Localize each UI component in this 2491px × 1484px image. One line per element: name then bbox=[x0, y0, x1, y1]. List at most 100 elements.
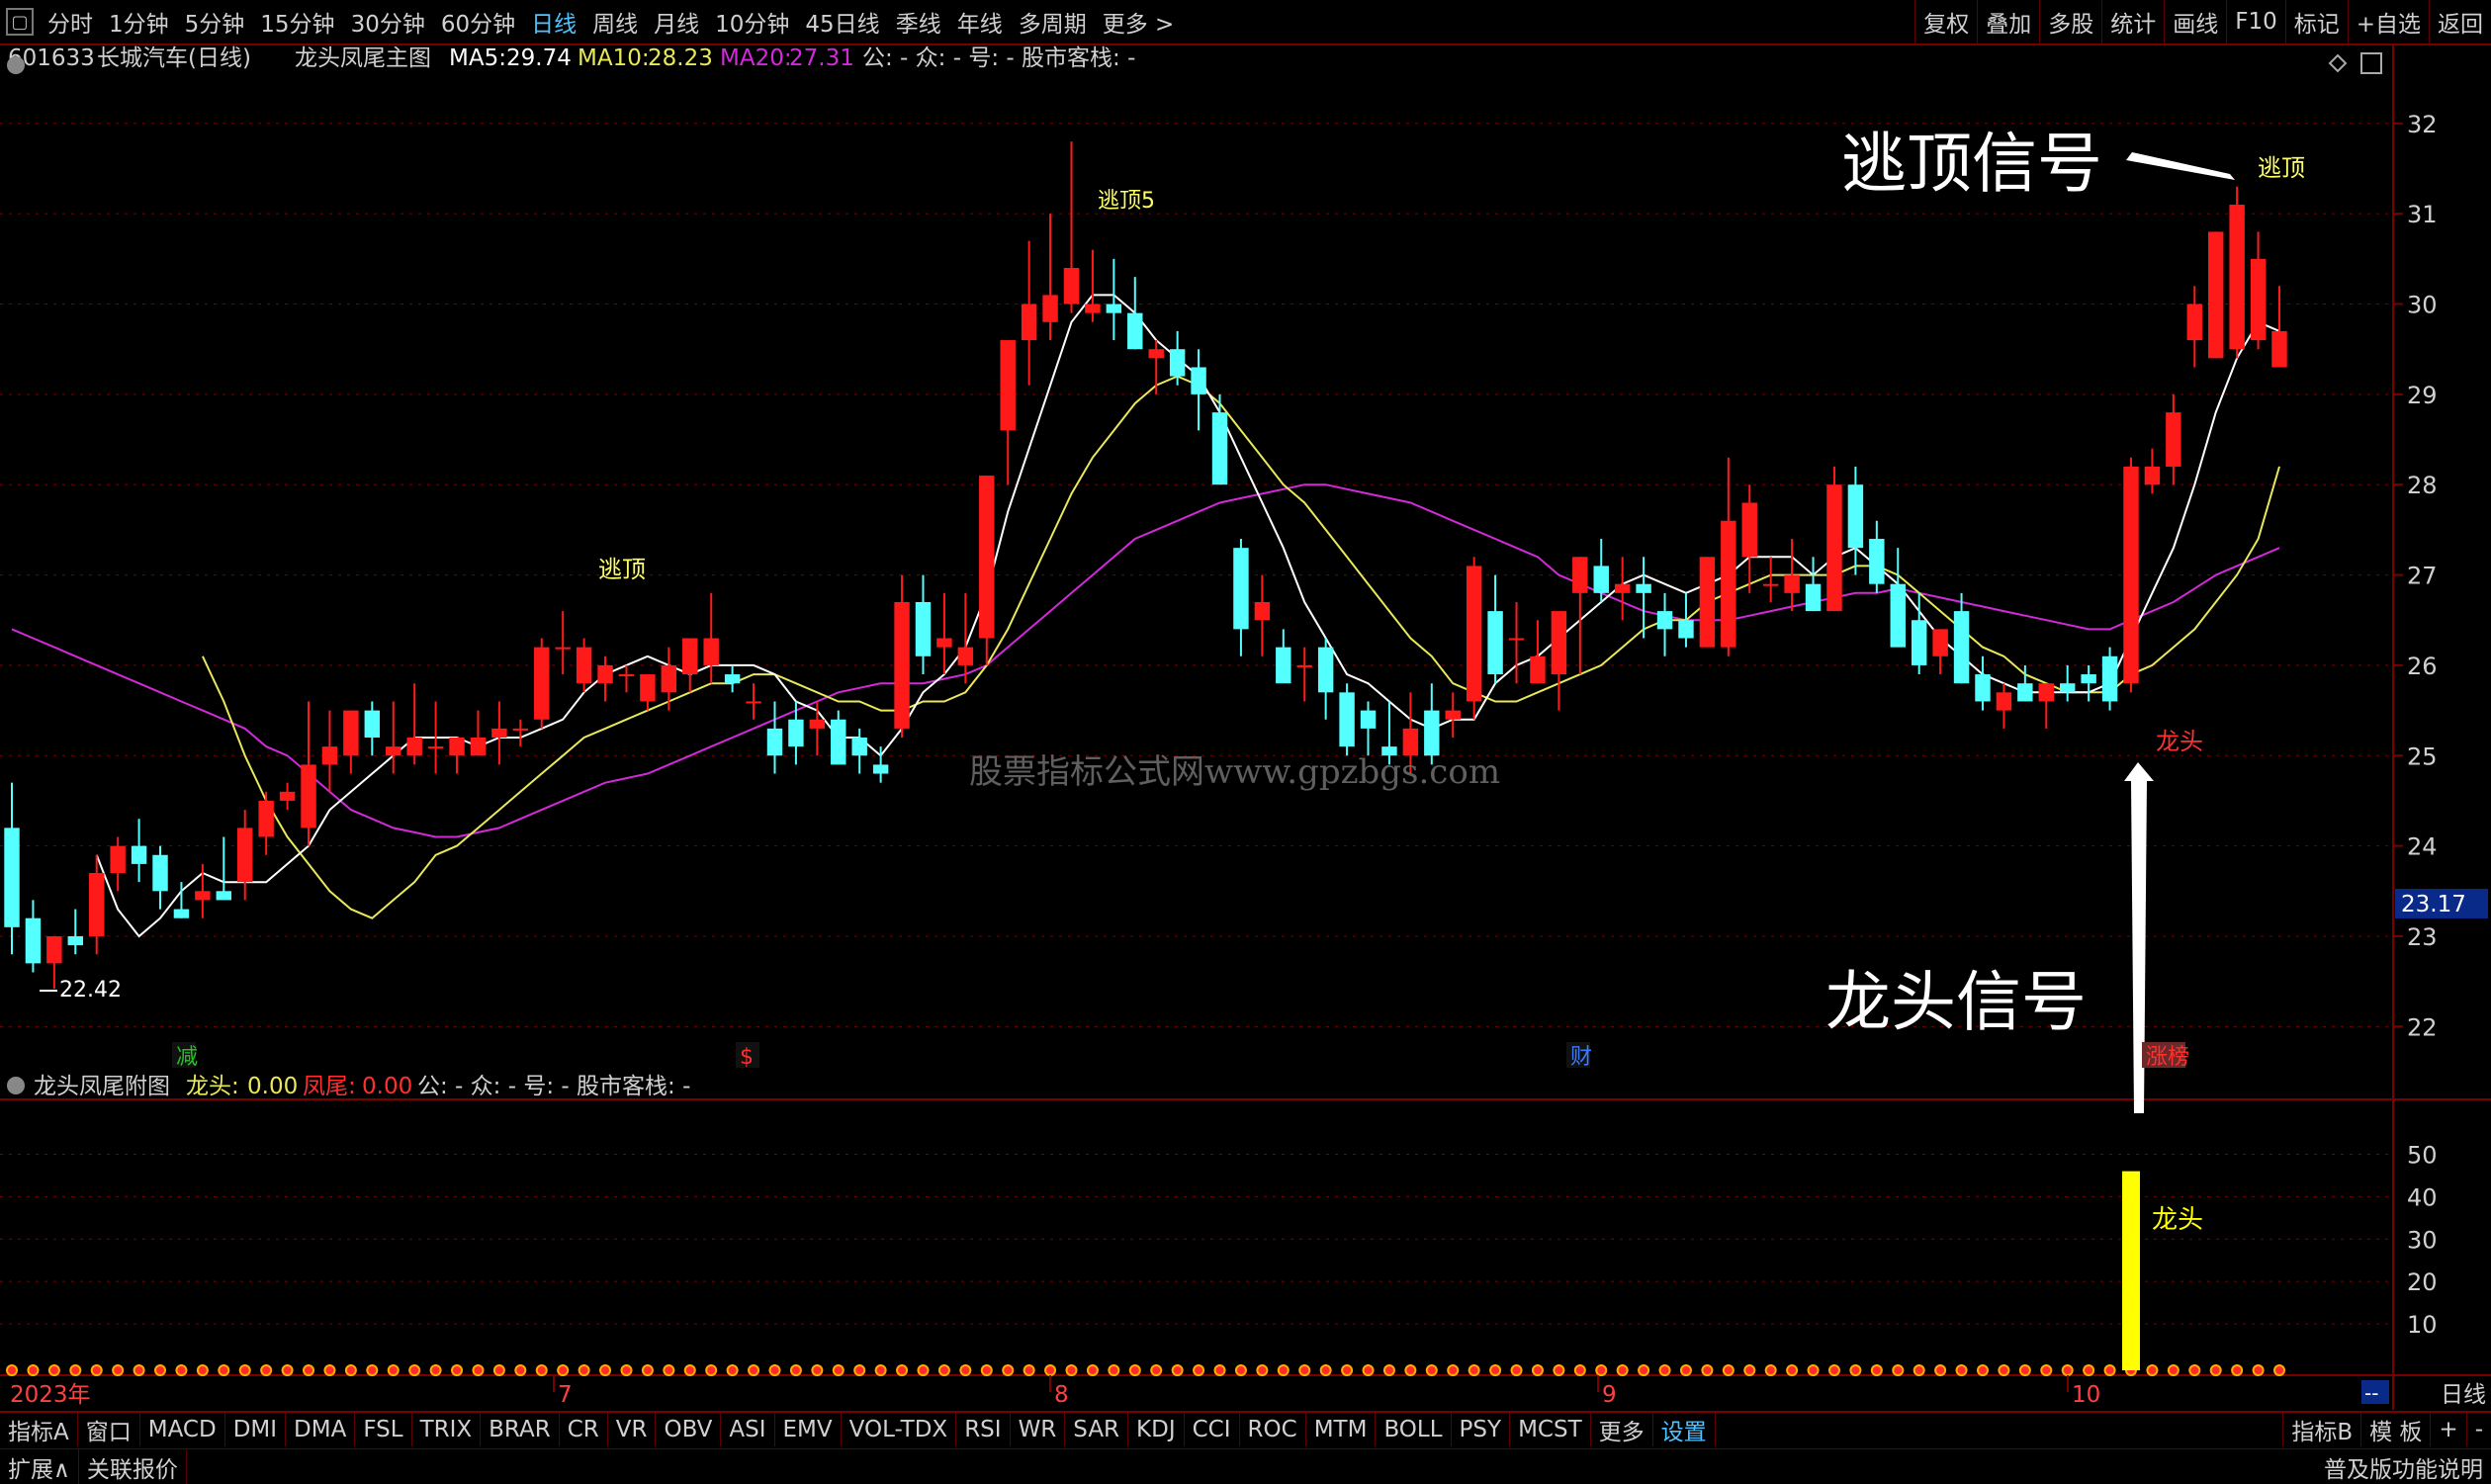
candle-body bbox=[237, 828, 253, 883]
signal-dot bbox=[789, 1364, 802, 1376]
candle-body bbox=[2059, 683, 2076, 693]
main-header-text: 长城汽车(日线) bbox=[97, 45, 251, 71]
indicator-tab[interactable]: CR bbox=[560, 1413, 608, 1446]
indicator-tab[interactable]: RSI bbox=[956, 1413, 1011, 1446]
candle-body bbox=[2101, 655, 2118, 702]
candle-body bbox=[1445, 710, 1461, 720]
indicator-tab[interactable]: MACD bbox=[140, 1413, 225, 1446]
signal-dot bbox=[1913, 1364, 1925, 1376]
sub-tick-label: 40 bbox=[2407, 1183, 2438, 1211]
indicator-tab[interactable]: EMV bbox=[775, 1413, 842, 1446]
period-tab[interactable]: 30分钟 bbox=[343, 0, 433, 44]
diamond-icon[interactable] bbox=[2328, 53, 2348, 73]
indicator-tab[interactable]: ASI bbox=[721, 1413, 775, 1446]
toolbar-button[interactable]: 标记 bbox=[2284, 0, 2348, 44]
candle-body bbox=[534, 647, 550, 720]
period-tab[interactable]: 分时 bbox=[40, 0, 101, 44]
toolbar-button[interactable]: 叠加 bbox=[1977, 0, 2039, 44]
candle-body bbox=[661, 664, 677, 693]
period-tab[interactable]: 年线 bbox=[949, 0, 1011, 44]
dragon-bar-label: 龙头 bbox=[2152, 1205, 2203, 1235]
candle-body bbox=[1593, 566, 1609, 593]
expand-button[interactable]: 扩展∧ bbox=[0, 1449, 79, 1484]
dragon-bar bbox=[2121, 1171, 2140, 1370]
window-menu-icon[interactable]: ▢ bbox=[6, 8, 34, 36]
period-tab[interactable]: 45日线 bbox=[797, 0, 887, 44]
indicator-tab[interactable]: BRAR bbox=[481, 1413, 560, 1446]
signal-dot bbox=[387, 1364, 400, 1376]
signal-dot bbox=[832, 1364, 845, 1376]
period-tab[interactable]: 5分钟 bbox=[177, 0, 253, 44]
signal-dot bbox=[2018, 1364, 2031, 1376]
indicator-tab[interactable]: OBV bbox=[656, 1413, 722, 1446]
indicator-tab[interactable]: KDJ bbox=[1128, 1413, 1185, 1446]
indicator-tab[interactable]: DMI bbox=[225, 1413, 287, 1446]
candle-body bbox=[1085, 304, 1101, 313]
indicator-tab[interactable]: 指标A bbox=[0, 1413, 78, 1446]
dragon-signal-label: 龙头 bbox=[2156, 728, 2203, 755]
period-tab[interactable]: 季线 bbox=[888, 0, 949, 44]
indicator-tab[interactable]: MTM bbox=[1306, 1413, 1377, 1446]
candle-body bbox=[1890, 583, 1906, 648]
collapse-icon[interactable] bbox=[7, 1077, 25, 1094]
period-tab[interactable]: 15分钟 bbox=[252, 0, 342, 44]
indicator-tab[interactable]: VR bbox=[608, 1413, 657, 1446]
signal-dot bbox=[1044, 1364, 1057, 1376]
period-tab[interactable]: 1分钟 bbox=[101, 0, 177, 44]
sub-header-text: 龙头: bbox=[186, 1074, 239, 1099]
toolbar-button[interactable]: 复权 bbox=[1914, 0, 1977, 44]
candle-body bbox=[2186, 304, 2202, 341]
toolbar-button[interactable]: 多股 bbox=[2039, 0, 2101, 44]
signal-dot bbox=[1998, 1364, 2010, 1376]
indicator-tab[interactable]: DMA bbox=[286, 1413, 356, 1446]
indicator-tab[interactable]: TRIX bbox=[412, 1413, 482, 1446]
toolbar-button[interactable]: +自选 bbox=[2347, 0, 2429, 44]
panel-toggle-icon[interactable] bbox=[2360, 52, 2382, 74]
period-tab[interactable]: 60分钟 bbox=[433, 0, 523, 44]
indicator-tab[interactable]: CCI bbox=[1185, 1413, 1240, 1446]
signal-dot bbox=[535, 1364, 548, 1376]
toolbar-button[interactable]: F10 bbox=[2226, 0, 2285, 44]
candle-body bbox=[1317, 647, 1334, 693]
indicator-tab-right[interactable]: 模 板 bbox=[2360, 1413, 2430, 1446]
edition-explain-button[interactable]: 普及版功能说明 bbox=[2316, 1449, 2491, 1484]
indicator-tab-right[interactable]: - bbox=[2465, 1413, 2491, 1446]
indicator-tab[interactable]: 窗口 bbox=[78, 1413, 140, 1446]
indicator-tab[interactable]: SAR bbox=[1065, 1413, 1129, 1446]
main-chart[interactable]: 32313029282726252423225040302010601633 长城… bbox=[0, 45, 2491, 1410]
indicator-tab[interactable]: ROC bbox=[1240, 1413, 1306, 1446]
signal-dot bbox=[2146, 1364, 2159, 1376]
indicator-tab[interactable]: WR bbox=[1011, 1413, 1066, 1446]
indicator-tab[interactable]: BOLL bbox=[1376, 1413, 1452, 1446]
toolbar-button[interactable]: 统计 bbox=[2101, 0, 2164, 44]
period-tab[interactable]: 更多 > bbox=[1095, 0, 1183, 44]
indicator-tab[interactable]: VOL-TDX bbox=[842, 1413, 957, 1446]
candle-body bbox=[449, 738, 465, 756]
indicator-tab[interactable]: PSY bbox=[1452, 1413, 1511, 1446]
toolbar-button[interactable]: 返回 bbox=[2429, 0, 2491, 44]
candle-body bbox=[470, 738, 487, 756]
period-tab[interactable]: 周线 bbox=[584, 0, 646, 44]
signal-dot bbox=[1510, 1364, 1523, 1376]
candle-body bbox=[1911, 620, 1927, 665]
indicator-tab[interactable]: FSL bbox=[355, 1413, 412, 1446]
indicator-tab-right[interactable]: 指标B bbox=[2282, 1413, 2360, 1446]
period-tab[interactable]: 月线 bbox=[646, 0, 707, 44]
indicator-tab-right[interactable]: + bbox=[2430, 1413, 2465, 1446]
candle-body bbox=[2038, 683, 2054, 702]
indicator-tab[interactable]: 更多 bbox=[1591, 1413, 1653, 1446]
linked-quote-button[interactable]: 关联报价 bbox=[79, 1449, 187, 1484]
indicator-tab[interactable]: 设置 bbox=[1653, 1413, 1716, 1446]
indicator-tab[interactable]: MCST bbox=[1510, 1413, 1591, 1446]
toolbar-button[interactable]: 画线 bbox=[2164, 0, 2226, 44]
signal-dot bbox=[1870, 1364, 1883, 1376]
period-tab[interactable]: 日线 bbox=[523, 0, 584, 44]
candle-body bbox=[682, 638, 698, 675]
period-tab[interactable]: 10分钟 bbox=[707, 0, 797, 44]
candle-body bbox=[1000, 340, 1016, 431]
signal-dot bbox=[133, 1364, 145, 1376]
collapse-icon[interactable] bbox=[7, 56, 25, 74]
main-header-text: 27.31 bbox=[789, 45, 854, 71]
signal-dot bbox=[1341, 1364, 1354, 1376]
period-tab[interactable]: 多周期 bbox=[1011, 0, 1095, 44]
